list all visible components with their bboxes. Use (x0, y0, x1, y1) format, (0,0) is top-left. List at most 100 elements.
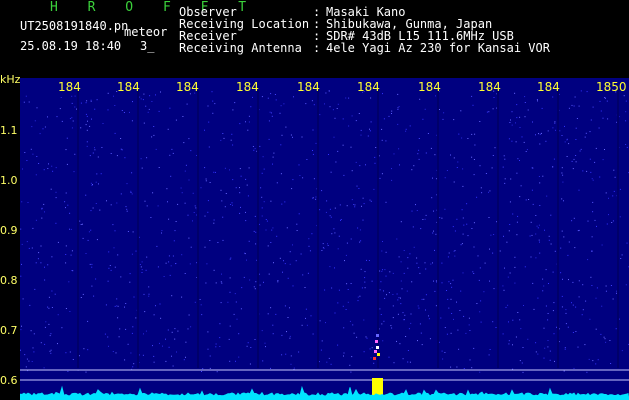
noise-pixel (69, 351, 71, 353)
noise-pixel (463, 224, 465, 226)
noise-pixel (416, 257, 418, 259)
noise-pixel (268, 273, 270, 275)
noise-pixel (354, 204, 356, 206)
noise-pixel (433, 210, 434, 212)
noise-pixel (44, 126, 46, 128)
noise-pixel (41, 217, 43, 219)
noise-pixel (367, 135, 369, 137)
noise-pixel (67, 370, 69, 372)
noise-pixel (65, 207, 66, 209)
noise-pixel (247, 195, 249, 197)
noise-pixel (43, 203, 45, 205)
noise-pixel (460, 110, 462, 112)
noise-pixel (300, 253, 302, 255)
noise-pixel (430, 147, 432, 149)
noise-pixel (392, 317, 394, 319)
noise-pixel (120, 276, 122, 278)
noise-pixel (199, 299, 201, 300)
noise-pixel (535, 233, 537, 235)
noise-pixel (250, 347, 252, 348)
noise-pixel (400, 280, 402, 282)
noise-pixel (343, 355, 344, 357)
noise-pixel (266, 220, 268, 222)
noise-pixel (204, 167, 206, 169)
x-tick-label: 184 (236, 80, 259, 94)
noise-pixel (116, 298, 118, 300)
noise-pixel (568, 279, 569, 281)
noise-pixel (448, 252, 450, 254)
noise-pixel (503, 289, 505, 291)
noise-pixel (319, 114, 321, 116)
noise-pixel (126, 183, 128, 185)
noise-pixel (348, 125, 350, 127)
noise-pixel (489, 248, 490, 250)
noise-pixel (21, 325, 22, 327)
noise-pixel (559, 130, 561, 132)
noise-pixel (508, 340, 510, 342)
noise-pixel (320, 349, 322, 351)
noise-pixel (480, 300, 482, 302)
noise-pixel (185, 356, 186, 358)
noise-pixel (359, 295, 361, 297)
noise-pixel (229, 291, 231, 293)
noise-pixel (91, 266, 93, 268)
noise-pixel (270, 367, 271, 369)
noise-pixel (168, 261, 170, 263)
noise-pixel (411, 169, 413, 171)
noise-pixel (285, 353, 287, 355)
noise-pixel (529, 235, 531, 237)
noise-pixel (125, 206, 127, 208)
noise-pixel (337, 150, 339, 152)
noise-pixel (502, 285, 504, 287)
noise-pixel (382, 269, 383, 271)
noise-pixel (292, 179, 294, 181)
noise-pixel (406, 290, 408, 292)
noise-pixel (245, 211, 246, 213)
noise-pixel (211, 91, 213, 93)
noise-pixel (625, 100, 627, 102)
noise-pixel (555, 129, 556, 131)
noise-pixel (299, 175, 301, 176)
noise-pixel (161, 230, 163, 232)
noise-pixel (552, 166, 554, 168)
noise-pixel (383, 290, 384, 292)
noise-pixel (478, 279, 480, 281)
noise-pixel (403, 250, 405, 251)
noise-pixel (327, 245, 329, 246)
noise-pixel (484, 262, 486, 264)
noise-pixel (132, 366, 134, 368)
noise-pixel (440, 317, 442, 319)
noise-pixel (89, 155, 91, 157)
noise-pixel (259, 145, 261, 147)
noise-pixel (574, 96, 576, 98)
noise-pixel (626, 146, 628, 148)
noise-pixel (519, 196, 521, 198)
noise-pixel (525, 151, 527, 152)
noise-pixel (349, 364, 351, 366)
noise-pixel (435, 95, 436, 97)
noise-pixel (409, 253, 411, 255)
noise-pixel (119, 328, 121, 330)
noise-pixel (592, 201, 594, 203)
noise-pixel (223, 137, 225, 139)
noise-pixel (275, 313, 277, 315)
noise-pixel (488, 217, 490, 218)
noise-pixel (220, 139, 222, 141)
noise-pixel (471, 95, 473, 97)
noise-pixel (120, 148, 122, 150)
noise-pixel (492, 321, 494, 323)
noise-pixel (462, 217, 464, 219)
noise-pixel (167, 201, 168, 203)
noise-pixel (530, 256, 532, 258)
noise-pixel (456, 366, 458, 368)
noise-pixel (55, 191, 57, 193)
noise-pixel (168, 346, 170, 348)
date-time: 25.08.19 18:40 (20, 39, 122, 53)
noise-pixel (370, 357, 372, 359)
noise-pixel (290, 355, 292, 357)
noise-pixel (508, 230, 510, 232)
noise-pixel (549, 359, 551, 361)
noise-pixel (151, 101, 153, 102)
noise-pixel (573, 105, 575, 107)
noise-pixel (456, 301, 457, 303)
